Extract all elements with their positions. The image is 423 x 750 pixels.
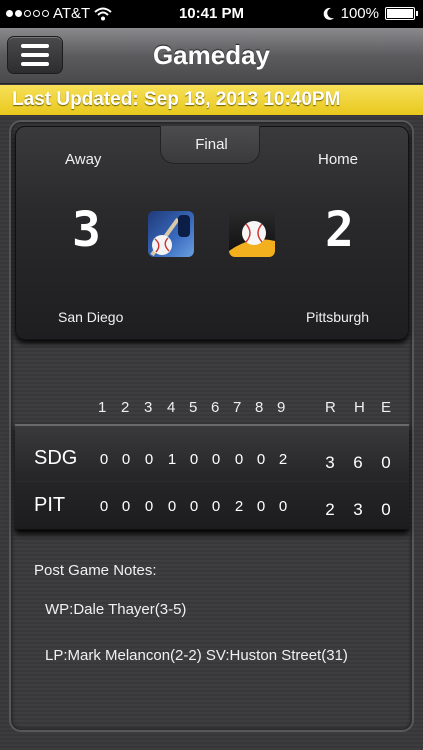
table-cell: 0 bbox=[234, 451, 244, 468]
table-cell: 0 bbox=[167, 498, 177, 515]
table-cell: 0 bbox=[211, 451, 221, 468]
last-updated-banner: Last Updated: Sep 18, 2013 10:40PM bbox=[0, 85, 423, 115]
home-label: Home bbox=[318, 151, 359, 168]
table-row-team: PIT bbox=[34, 494, 66, 516]
away-city: San Diego bbox=[58, 309, 124, 325]
away-score: 3 bbox=[72, 202, 101, 258]
home-city: Pittsburgh bbox=[306, 309, 370, 325]
losing-pitcher-save-note: LP:Mark Melancon(2-2) SV:Huston Street(3… bbox=[45, 647, 348, 664]
home-score: 2 bbox=[325, 202, 354, 258]
winning-pitcher-note: WP:Dale Thayer(3-5) bbox=[45, 601, 187, 618]
table-row-team: SDG bbox=[34, 447, 78, 469]
inning-header-2: 2 bbox=[121, 399, 130, 416]
hits-cell: 3 bbox=[353, 500, 363, 519]
gameday-screen: AT&T 10:41 PM 100% Gameday Last Updated:… bbox=[0, 0, 423, 750]
inning-header-5: 5 bbox=[189, 399, 198, 416]
hits-header: H bbox=[354, 399, 365, 416]
table-cell: 0 bbox=[211, 498, 221, 515]
table-cell: 2 bbox=[278, 451, 288, 468]
errors-cell: 0 bbox=[381, 453, 391, 472]
table-cell: 1 bbox=[167, 451, 177, 468]
page-title: Gameday bbox=[152, 40, 271, 70]
inning-header-1: 1 bbox=[98, 399, 107, 416]
battery-icon bbox=[385, 7, 418, 20]
inning-header-3: 3 bbox=[144, 399, 153, 416]
game-status: Final bbox=[195, 136, 228, 153]
table-cell: 0 bbox=[278, 498, 288, 515]
table-cell: 0 bbox=[99, 451, 109, 468]
table-cell: 0 bbox=[144, 451, 154, 468]
box-score-divider bbox=[15, 481, 409, 482]
table-cell: 2 bbox=[234, 498, 244, 515]
errors-header: E bbox=[381, 399, 392, 416]
table-cell: 0 bbox=[121, 498, 131, 515]
table-cell: 0 bbox=[256, 498, 266, 515]
home-team-logo-icon[interactable] bbox=[229, 211, 275, 257]
table-cell: 0 bbox=[189, 498, 199, 515]
runs-cell: 2 bbox=[325, 500, 335, 519]
status-bar: AT&T 10:41 PM 100% bbox=[0, 0, 423, 28]
away-label: Away bbox=[65, 151, 102, 168]
inning-header-4: 4 bbox=[167, 399, 176, 416]
nav-bar: Gameday bbox=[0, 28, 423, 84]
inning-header-6: 6 bbox=[211, 399, 220, 416]
inning-header-8: 8 bbox=[255, 399, 264, 416]
table-cell: 0 bbox=[121, 451, 131, 468]
moon-icon bbox=[323, 7, 334, 20]
hits-cell: 6 bbox=[353, 453, 363, 472]
table-cell: 0 bbox=[189, 451, 199, 468]
away-team-logo-icon[interactable] bbox=[148, 211, 194, 257]
battery-percent: 100% bbox=[340, 5, 379, 22]
runs-header: R bbox=[325, 399, 336, 416]
table-cell: 0 bbox=[144, 498, 154, 515]
errors-cell: 0 bbox=[381, 500, 391, 519]
table-cell: 0 bbox=[99, 498, 109, 515]
inning-header-7: 7 bbox=[233, 399, 242, 416]
inning-header-9: 9 bbox=[277, 399, 286, 416]
status-right: 100% bbox=[323, 5, 418, 22]
runs-cell: 3 bbox=[325, 453, 335, 472]
table-cell: 0 bbox=[256, 451, 266, 468]
post-game-notes-title: Post Game Notes: bbox=[34, 562, 157, 579]
